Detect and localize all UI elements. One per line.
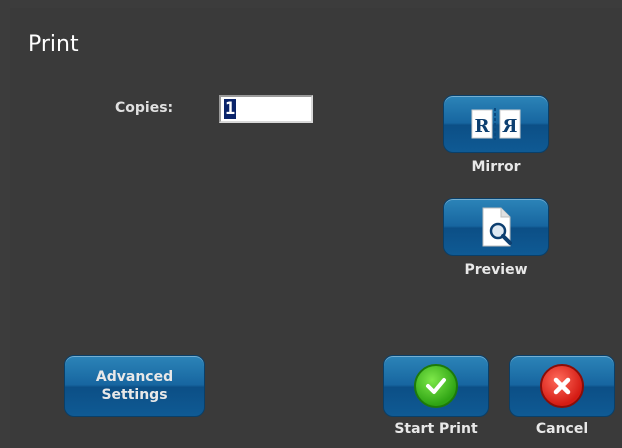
check-icon bbox=[414, 364, 458, 408]
mirror-button[interactable]: R R bbox=[443, 95, 549, 153]
cancel-button[interactable] bbox=[509, 355, 615, 417]
advanced-settings-label-line2: Settings bbox=[101, 387, 168, 403]
svg-text:R: R bbox=[475, 116, 491, 137]
close-icon bbox=[540, 364, 584, 408]
preview-icon bbox=[482, 207, 512, 247]
copies-input[interactable]: 1 bbox=[219, 95, 313, 123]
preview-label: Preview bbox=[464, 262, 528, 278]
copies-value[interactable]: 1 bbox=[224, 99, 237, 119]
start-print-label: Start Print bbox=[394, 421, 478, 437]
mirror-label: Mirror bbox=[471, 159, 521, 175]
start-print-button[interactable] bbox=[383, 355, 489, 417]
preview-button[interactable] bbox=[443, 198, 549, 256]
cancel-label: Cancel bbox=[535, 421, 589, 437]
copies-label: Copies: bbox=[115, 100, 174, 116]
mirror-icon: R R bbox=[471, 108, 521, 140]
advanced-settings-button[interactable]: Advanced Settings bbox=[64, 355, 205, 417]
svg-text:R: R bbox=[501, 116, 517, 137]
dialog-title: Print bbox=[28, 32, 79, 57]
advanced-settings-label-line1: Advanced bbox=[95, 369, 174, 385]
